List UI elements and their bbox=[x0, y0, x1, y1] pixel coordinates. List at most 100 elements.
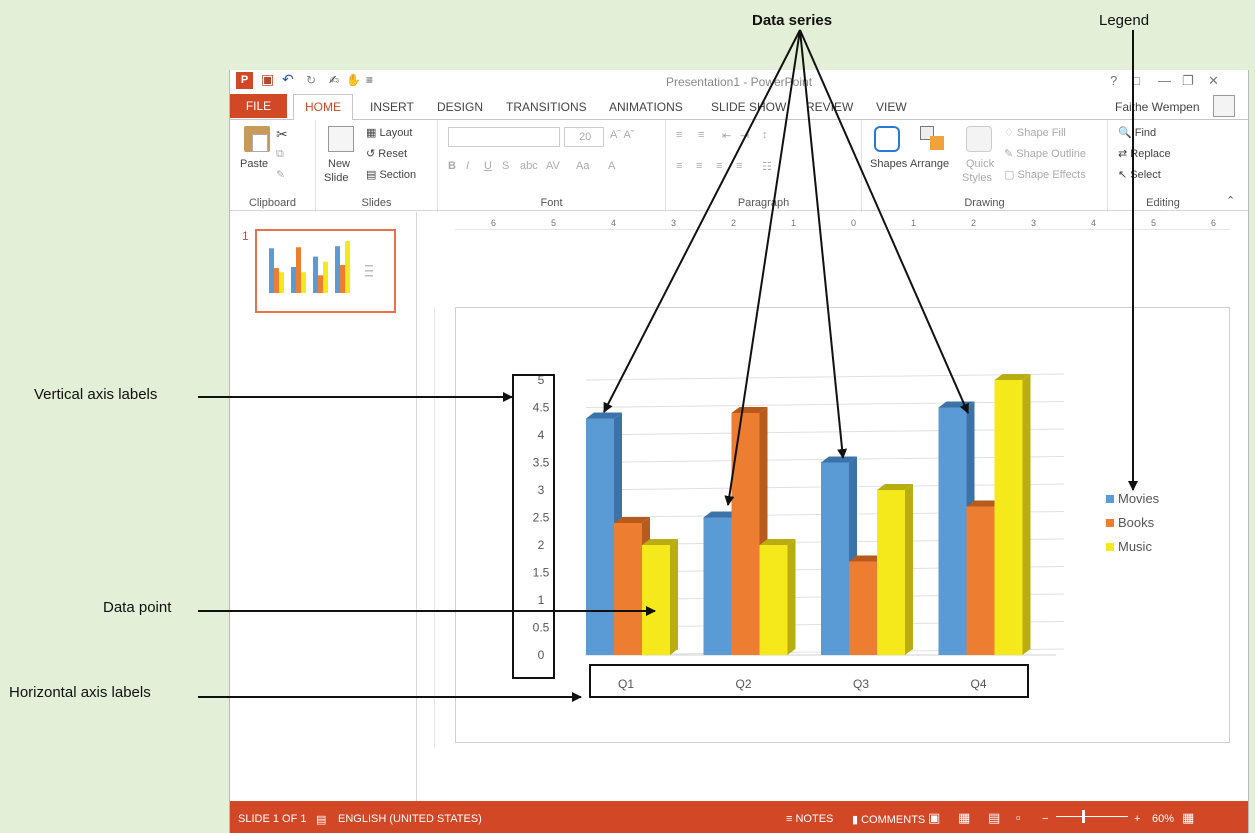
tab-animations[interactable]: ANIMATIONS bbox=[609, 100, 683, 114]
comments-button[interactable]: ▮ COMMENTS bbox=[852, 813, 925, 826]
zoom-out-icon[interactable]: − bbox=[1042, 813, 1048, 825]
bar-books-q3 bbox=[849, 561, 877, 655]
y-tick-label: 2 bbox=[538, 538, 545, 552]
bullets-icon[interactable]: ≡ bbox=[676, 129, 682, 141]
ruler-tick-label: 1 bbox=[911, 218, 917, 228]
zoom-slider[interactable] bbox=[1056, 810, 1128, 823]
user-avatar-icon[interactable] bbox=[1213, 95, 1235, 117]
language-indicator[interactable]: ENGLISH (UNITED STATES) bbox=[338, 813, 482, 825]
vertical-axis-callout: Vertical axis labels bbox=[34, 386, 158, 403]
font-name-input[interactable] bbox=[448, 127, 560, 147]
shapes-button[interactable]: Shapes bbox=[870, 158, 907, 170]
strikethrough-icon[interactable]: abc bbox=[520, 160, 538, 172]
editing-group-label: Editing bbox=[1146, 197, 1180, 209]
tab-design[interactable]: DESIGN bbox=[437, 100, 483, 114]
find-button[interactable]: 🔍 Find bbox=[1118, 126, 1156, 139]
quick-styles-icon bbox=[966, 126, 992, 152]
layout-button[interactable]: ▦ Layout bbox=[366, 126, 412, 139]
tab-review[interactable]: REVIEW bbox=[806, 100, 853, 114]
slide-canvas[interactable]: 0 0.5 1 1.5 2 2.5 3 3.5 4 4.5 5 Q1 Q2 Q3 Q4 Movies Books… bbox=[455, 307, 1230, 743]
horizontal-axis-highlight-box bbox=[589, 664, 1029, 698]
normal-view-icon[interactable]: ▣ bbox=[928, 810, 940, 826]
cut-icon[interactable]: ✂ bbox=[276, 126, 288, 143]
legend-entry: Books bbox=[1118, 515, 1155, 530]
ruler-tick-label: 3 bbox=[1031, 218, 1037, 228]
slide-show-icon[interactable]: ▫ bbox=[1016, 810, 1021, 825]
tab-insert[interactable]: INSERT bbox=[370, 100, 414, 114]
columns-icon[interactable]: ☷ bbox=[762, 160, 772, 173]
decrease-indent-icon[interactable]: ⇤ bbox=[722, 129, 731, 142]
bar-movies-q4 bbox=[938, 407, 967, 655]
zoom-slider-thumb[interactable] bbox=[1082, 810, 1085, 823]
font-size-input[interactable]: 20 bbox=[564, 127, 604, 147]
bold-icon[interactable]: B bbox=[448, 160, 456, 172]
find-label: Find bbox=[1134, 127, 1157, 139]
ruler-tick-label: 6 bbox=[1211, 218, 1217, 228]
select-button[interactable]: ↖ Select bbox=[1118, 168, 1161, 181]
numbering-icon[interactable]: ≡ bbox=[698, 129, 704, 141]
replace-button[interactable]: ⇄ Replace bbox=[1118, 147, 1171, 160]
zoom-level[interactable]: 60% bbox=[1152, 813, 1174, 825]
font-color-icon[interactable]: A bbox=[608, 160, 615, 172]
tab-slide-show[interactable]: SLIDE SHOW bbox=[711, 100, 786, 114]
drawing-group-label: Drawing bbox=[964, 197, 1005, 209]
collapse-ribbon-icon[interactable]: ⌃ bbox=[1226, 194, 1235, 207]
slide-sorter-icon[interactable]: ▦ bbox=[958, 810, 970, 826]
bar-side bbox=[905, 484, 913, 655]
bar-books-q1 bbox=[614, 523, 642, 655]
spell-check-icon[interactable]: ▤ bbox=[316, 813, 326, 826]
ribbon-display-options-icon[interactable]: □ bbox=[1132, 73, 1140, 88]
new-slide-dropdown[interactable]: Slide bbox=[324, 172, 348, 184]
underline-icon[interactable]: U bbox=[484, 160, 492, 172]
notes-button[interactable]: ≡ NOTES bbox=[786, 813, 833, 825]
new-slide-button[interactable]: New bbox=[328, 158, 350, 170]
thumbnail-bar bbox=[335, 246, 340, 293]
align-center-icon[interactable]: ≡ bbox=[696, 160, 702, 172]
slide-thumbnail[interactable] bbox=[255, 229, 396, 313]
change-case-icon[interactable]: Aa bbox=[576, 160, 589, 172]
tab-home[interactable]: HOME bbox=[293, 94, 353, 120]
fit-slide-icon[interactable]: ▦ bbox=[1182, 810, 1194, 826]
horizontal-ruler: 6 5 4 3 2 1 0 1 2 3 4 5 6 bbox=[455, 218, 1230, 230]
ribbon-tabs: FILE HOME INSERT DESIGN TRANSITIONS ANIM… bbox=[230, 94, 1248, 120]
shape-outline-button[interactable]: ✎ Shape Outline bbox=[1004, 147, 1086, 160]
tab-view[interactable]: VIEW bbox=[876, 100, 907, 114]
x-tick-label: Q4 bbox=[970, 677, 986, 691]
thumbnail-bar bbox=[291, 267, 296, 293]
tab-file[interactable]: FILE bbox=[230, 94, 287, 118]
restore-icon[interactable]: ❐ bbox=[1182, 73, 1194, 89]
quick-styles-dropdown[interactable]: Styles bbox=[962, 172, 992, 184]
justify-icon[interactable]: ≡ bbox=[736, 160, 742, 172]
chart[interactable]: 00.511.522.533.544.55Q1 Q2 Q3 Q4MoviesBooks… bbox=[456, 308, 1229, 742]
data-point-callout: Data point bbox=[103, 599, 172, 616]
zoom-in-icon[interactable]: + bbox=[1134, 813, 1140, 825]
reset-button[interactable]: ↺ Reset bbox=[366, 147, 407, 160]
italic-icon[interactable]: I bbox=[466, 160, 469, 172]
reading-view-icon[interactable]: ▤ bbox=[988, 810, 1000, 826]
shadow-icon[interactable]: S bbox=[502, 160, 509, 172]
arrange-button[interactable]: Arrange bbox=[910, 158, 949, 170]
paste-button[interactable]: Paste bbox=[240, 158, 268, 170]
grow-font-icon[interactable]: Aˆ Aˇ bbox=[610, 129, 634, 141]
slide-indicator: SLIDE 1 OF 1 bbox=[238, 813, 307, 825]
powerpoint-window: P ▣ ↶ ↻ ✍ ✋ ≡ Presentation1 - PowerPoint… bbox=[229, 70, 1249, 833]
shape-fill-button[interactable]: ♢ Shape Fill bbox=[1004, 126, 1066, 139]
align-left-icon[interactable]: ≡ bbox=[676, 160, 682, 172]
quick-styles-button[interactable]: Quick bbox=[966, 158, 994, 170]
user-name[interactable]: Faithe Wempen bbox=[1115, 100, 1200, 114]
align-right-icon[interactable]: ≡ bbox=[716, 160, 722, 172]
bar-movies-q2 bbox=[703, 517, 732, 655]
y-tick-label: 0 bbox=[538, 648, 545, 662]
line-spacing-icon[interactable]: ↕ bbox=[762, 129, 768, 141]
minimize-icon[interactable]: — bbox=[1158, 73, 1171, 88]
character-spacing-icon[interactable]: AV bbox=[546, 160, 560, 172]
close-icon[interactable]: ✕ bbox=[1208, 73, 1219, 89]
legend-swatch bbox=[1106, 495, 1114, 503]
tab-transitions[interactable]: TRANSITIONS bbox=[506, 100, 587, 114]
increase-indent-icon[interactable]: ⇥ bbox=[740, 129, 749, 142]
shape-effects-button[interactable]: ▢ Shape Effects bbox=[1004, 168, 1086, 181]
section-button[interactable]: ▤ Section bbox=[366, 168, 416, 181]
help-icon[interactable]: ? bbox=[1110, 73, 1117, 88]
format-painter-icon[interactable]: ✎ bbox=[276, 168, 285, 181]
copy-icon[interactable]: ⧉ bbox=[276, 148, 284, 161]
